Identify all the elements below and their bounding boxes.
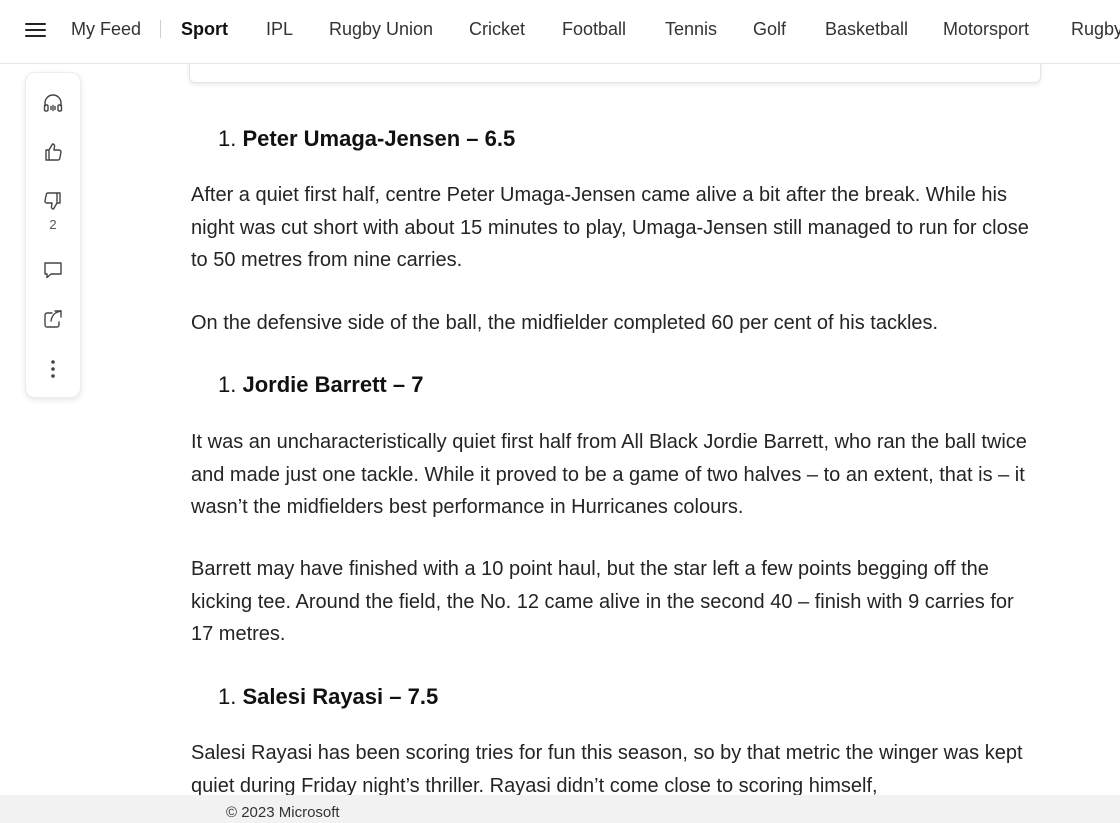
nav-item-motorsport[interactable]: Motorsport <box>943 18 1029 40</box>
paragraph: On the defensive side of the ball, the m… <box>191 312 939 334</box>
nav-item-ipl[interactable]: IPL <box>266 18 293 40</box>
paragraph: After a quiet first half, centre Peter U… <box>191 184 1029 271</box>
thumbs-up-icon <box>45 143 62 161</box>
copyright-text: © 2023 Microsoft <box>226 804 340 821</box>
more-options-button[interactable] <box>26 352 80 386</box>
comment-button[interactable] <box>26 253 80 287</box>
nav-item-tennis[interactable]: Tennis <box>665 18 717 40</box>
nav-item-sport[interactable]: Sport <box>181 18 228 40</box>
nav-item-rugby[interactable]: Rugby <box>1071 18 1120 40</box>
dislike-button[interactable] <box>26 184 80 218</box>
list-number: 1. <box>218 126 237 151</box>
listen-button[interactable] <box>26 86 80 120</box>
paragraph: Barrett may have finished with a 10 poin… <box>191 558 1014 645</box>
thumbs-down-icon <box>44 192 61 210</box>
share-icon <box>44 310 62 328</box>
paragraph: It was an uncharacteristically quiet fir… <box>191 431 1027 518</box>
dislike-count: 2 <box>49 217 57 232</box>
player-heading: 1. Peter Umaga-Jensen – 6.5 <box>218 124 515 154</box>
top-navigation: My Feed Sport IPL Rugby Union Cricket Fo… <box>0 0 1120 64</box>
player-heading: 1. Salesi Rayasi – 7.5 <box>218 682 438 712</box>
paragraph: Salesi Rayasi has been scoring tries for… <box>191 742 1023 797</box>
heading-title: Salesi Rayasi – 7.5 <box>242 684 439 709</box>
nav-item-basketball[interactable]: Basketball <box>825 18 908 40</box>
hamburger-menu-icon[interactable] <box>25 21 47 41</box>
heading-title: Jordie Barrett – 7 <box>242 372 424 397</box>
nav-item-cricket[interactable]: Cricket <box>469 18 525 40</box>
list-number: 1. <box>218 372 237 397</box>
action-rail: 2 <box>25 72 81 398</box>
nav-item-rugby-union[interactable]: Rugby Union <box>329 18 433 40</box>
more-icon <box>51 360 55 378</box>
share-button[interactable] <box>26 302 80 336</box>
nav-item-football[interactable]: Football <box>562 18 626 40</box>
player-heading: 1. Jordie Barrett – 7 <box>218 370 423 400</box>
like-button[interactable] <box>26 135 80 169</box>
comment-icon <box>44 262 62 279</box>
nav-item-golf[interactable]: Golf <box>753 18 786 40</box>
nav-divider <box>160 20 161 38</box>
list-number: 1. <box>218 684 237 709</box>
nav-item-my-feed[interactable]: My Feed <box>71 18 141 40</box>
footer: © 2023 Microsoft <box>0 795 1120 823</box>
heading-title: Peter Umaga-Jensen – 6.5 <box>242 126 516 151</box>
headphones-icon <box>43 94 63 112</box>
